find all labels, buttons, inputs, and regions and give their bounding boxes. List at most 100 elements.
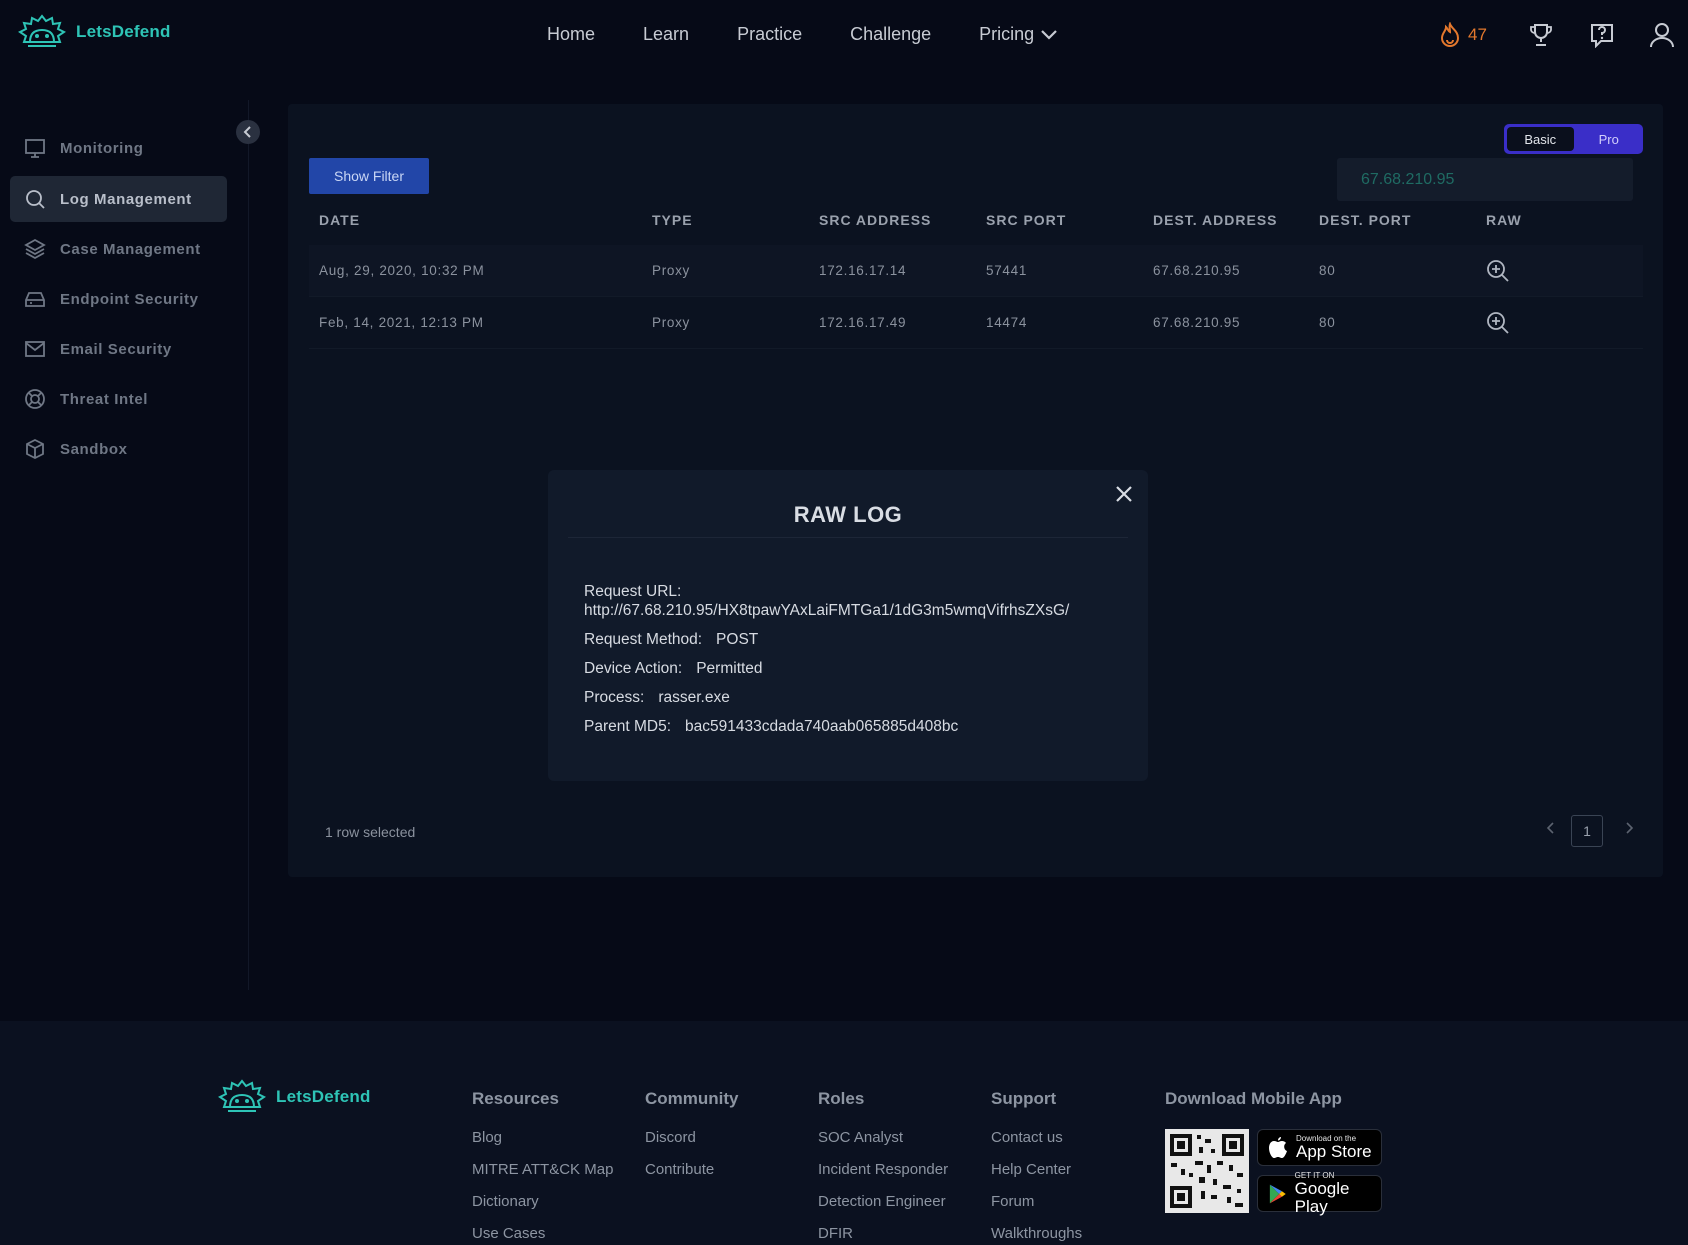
footer-link-incident-responder[interactable]: Incident Responder	[818, 1161, 948, 1178]
table-row[interactable]: Aug, 29, 2020, 10:32 PM Proxy 172.16.17.…	[309, 245, 1643, 297]
footer-col-mobile: Download Mobile App	[1165, 1089, 1342, 1129]
footer-link-dfir[interactable]: DFIR	[818, 1225, 948, 1242]
sidebar-item-endpoint-security[interactable]: Endpoint Security	[10, 276, 227, 322]
drive-icon	[25, 292, 45, 307]
nav-learn[interactable]: Learn	[643, 24, 689, 45]
brand-name: LetsDefend	[76, 22, 171, 41]
google-play-button[interactable]: GET IT ON Google Play	[1257, 1171, 1382, 1216]
footer-link-dictionary[interactable]: Dictionary	[472, 1193, 613, 1210]
nav-home[interactable]: Home	[547, 24, 595, 45]
footer-link-mitre[interactable]: MITRE ATT&CK Map	[472, 1161, 613, 1178]
main-nav: Home Learn Practice Challenge Pricing	[547, 24, 1058, 45]
google-play-icon	[1269, 1184, 1286, 1203]
footer-link-walkthroughs[interactable]: Walkthroughs	[991, 1225, 1082, 1242]
close-icon[interactable]	[1114, 484, 1134, 504]
footer-col-roles: Roles SOC Analyst Incident Responder Det…	[818, 1089, 948, 1245]
table-header: DATE TYPE SRC ADDRESS SRC PORT DEST. ADD…	[309, 206, 1643, 240]
help-icon[interactable]	[1589, 22, 1615, 48]
nav-challenge[interactable]: Challenge	[850, 24, 931, 45]
top-navigation: LetsDefend Home Learn Practice Challenge…	[0, 0, 1688, 70]
table-row[interactable]: Feb, 14, 2021, 12:13 PM Proxy 172.16.17.…	[309, 297, 1643, 349]
cell-src-port: 14474	[986, 315, 1028, 330]
streak-counter[interactable]: 47	[1438, 22, 1487, 48]
page-number[interactable]: 1	[1571, 815, 1603, 847]
cell-dest-address: 67.68.210.95	[1153, 263, 1241, 278]
log-label: Parent MD5:	[584, 718, 672, 735]
pagination: 1	[1540, 815, 1660, 849]
footer-link-forum[interactable]: Forum	[991, 1193, 1082, 1210]
zoom-in-icon[interactable]	[1486, 259, 1510, 283]
log-value: bac591433cdada740aab065885d408bc	[685, 718, 959, 735]
basic-pro-toggle[interactable]: Basic Pro	[1504, 124, 1643, 154]
toggle-basic[interactable]: Basic	[1507, 127, 1574, 151]
nav-pricing[interactable]: Pricing	[979, 24, 1058, 45]
log-request-url: Request URL: http://67.68.210.95/HX8tpaw…	[584, 582, 1124, 620]
chevron-right-icon	[1626, 822, 1634, 834]
log-label: Process:	[584, 689, 645, 706]
next-page-button[interactable]	[1624, 821, 1634, 840]
user-icon[interactable]	[1649, 22, 1675, 48]
log-label: Request URL:	[584, 583, 682, 600]
cell-dest-address: 67.68.210.95	[1153, 315, 1241, 330]
sidebar-item-log-management[interactable]: Log Management	[10, 176, 227, 222]
col-dest-port[interactable]: DEST. PORT	[1319, 212, 1411, 228]
sidebar-item-case-management[interactable]: Case Management	[10, 226, 227, 272]
search-input[interactable]: 67.68.210.95	[1337, 158, 1633, 201]
rows-selected-status: 1 row selected	[325, 824, 416, 840]
letsdefend-logo-icon	[218, 1079, 266, 1112]
apple-icon	[1269, 1136, 1287, 1158]
prev-page-button[interactable]	[1546, 821, 1556, 840]
show-filter-button[interactable]: Show Filter	[309, 158, 429, 194]
sidebar-item-monitoring[interactable]: Monitoring	[10, 125, 227, 171]
streak-count: 47	[1468, 25, 1487, 44]
app-store-big-text: App Store	[1296, 1142, 1372, 1161]
cell-dest-port: 80	[1319, 315, 1336, 330]
footer-brand[interactable]: LetsDefend	[218, 1079, 371, 1115]
col-src-address[interactable]: SRC ADDRESS	[819, 212, 931, 228]
footer-link-discord[interactable]: Discord	[645, 1129, 739, 1146]
col-src-port[interactable]: SRC PORT	[986, 212, 1066, 228]
footer-col-community: Community Discord Contribute	[645, 1089, 739, 1193]
col-date[interactable]: DATE	[319, 212, 360, 228]
cell-src-port: 57441	[986, 263, 1028, 278]
sidebar-item-email-security[interactable]: Email Security	[10, 326, 227, 372]
footer-link-contact[interactable]: Contact us	[991, 1129, 1082, 1146]
chevron-left-icon	[1546, 822, 1554, 834]
qr-code-icon	[1165, 1129, 1249, 1213]
col-type[interactable]: TYPE	[652, 212, 693, 228]
trophy-icon[interactable]	[1529, 22, 1553, 48]
footer-col-title: Community	[645, 1089, 739, 1108]
footer-link-contribute[interactable]: Contribute	[645, 1161, 739, 1178]
log-device-action: Device Action: Permitted	[584, 659, 1124, 678]
toggle-pro[interactable]: Pro	[1576, 125, 1643, 153]
footer-link-detection-engineer[interactable]: Detection Engineer	[818, 1193, 948, 1210]
log-parent-md5: Parent MD5: bac591433cdada740aab065885d40…	[584, 717, 1124, 736]
footer-link-blog[interactable]: Blog	[472, 1129, 613, 1146]
sidebar-collapse-button[interactable]	[236, 120, 260, 144]
footer-link-use-cases[interactable]: Use Cases	[472, 1225, 613, 1242]
sidebar-item-label: Sandbox	[60, 440, 128, 458]
sidebar-item-threat-intel[interactable]: Threat Intel	[10, 376, 227, 422]
app-store-button[interactable]: Download on the App Store	[1257, 1129, 1382, 1166]
log-value: POST	[716, 631, 759, 648]
col-dest-address[interactable]: DEST. ADDRESS	[1153, 212, 1278, 228]
sidebar-item-label: Email Security	[60, 340, 172, 358]
footer-brand-name: LetsDefend	[276, 1087, 371, 1106]
cube-icon	[26, 438, 44, 460]
footer-col-title: Resources	[472, 1089, 559, 1108]
log-value: rasser.exe	[658, 689, 730, 706]
log-request-method: Request Method: POST	[584, 630, 1124, 649]
log-process: Process: rasser.exe	[584, 688, 1124, 707]
nav-practice[interactable]: Practice	[737, 24, 802, 45]
brand-logo[interactable]: LetsDefend	[18, 14, 171, 50]
letsdefend-logo-icon	[18, 14, 66, 47]
nav-pricing-label: Pricing	[979, 24, 1035, 44]
footer-link-soc-analyst[interactable]: SOC Analyst	[818, 1129, 948, 1146]
modal-divider	[568, 537, 1128, 538]
sidebar-item-label: Threat Intel	[60, 390, 149, 408]
sidebar-item-sandbox[interactable]: Sandbox	[10, 426, 227, 472]
log-value: http://67.68.210.95/HX8tpawYAxLaiFMTGa1/…	[584, 602, 1070, 619]
col-raw: RAW	[1486, 212, 1522, 228]
zoom-in-icon[interactable]	[1486, 311, 1510, 335]
footer-link-help-center[interactable]: Help Center	[991, 1161, 1082, 1178]
